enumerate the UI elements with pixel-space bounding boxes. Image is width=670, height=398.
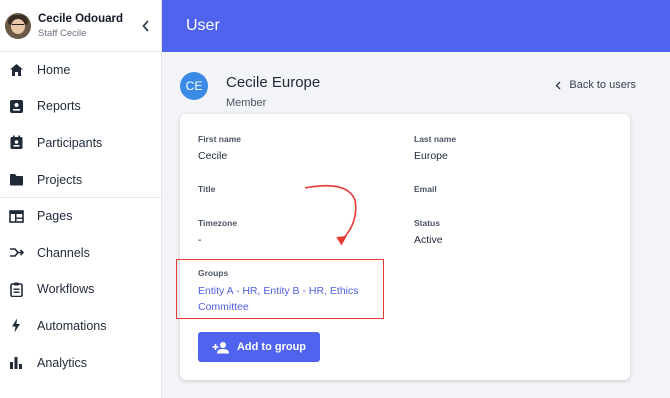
collapse-sidebar-button[interactable] bbox=[139, 19, 153, 33]
sidebar-item-label: Reports bbox=[37, 99, 81, 114]
reports-icon bbox=[8, 98, 24, 114]
field-label: Email bbox=[414, 184, 437, 194]
first-name-field: First name Cecile bbox=[198, 134, 241, 162]
field-label: Timezone bbox=[198, 218, 238, 228]
sidebar-item-label: Workflows bbox=[37, 282, 95, 297]
channels-icon bbox=[8, 245, 24, 261]
sidebar-item-projects[interactable]: Projects bbox=[0, 162, 161, 199]
bolt-icon bbox=[8, 318, 24, 334]
back-to-users-link[interactable]: Back to users bbox=[555, 79, 636, 91]
group-link[interactable]: Entity A - HR bbox=[198, 285, 258, 297]
field-label: Title bbox=[198, 184, 216, 194]
field-value: Europe bbox=[414, 150, 448, 162]
add-to-group-button[interactable]: Add to group bbox=[198, 332, 320, 362]
sidebar-item-label: Participants bbox=[37, 135, 103, 150]
page-title: User bbox=[162, 0, 670, 52]
sidebar-item-automations[interactable]: Automations bbox=[0, 308, 161, 345]
group-link[interactable]: Entity B - HR bbox=[263, 285, 324, 297]
user-details-card: First name Cecile Last name Europe Title… bbox=[176, 114, 630, 380]
chevron-left-icon bbox=[555, 81, 561, 89]
pages-icon bbox=[8, 208, 24, 224]
bar-chart-icon bbox=[8, 355, 24, 371]
entity-role: Member bbox=[226, 97, 267, 109]
timezone-field: Timezone - bbox=[198, 218, 237, 246]
add-to-group-label: Add to group bbox=[236, 341, 307, 353]
email-field: Email bbox=[414, 184, 437, 200]
field-label: First name bbox=[198, 134, 241, 144]
add-user-icon bbox=[212, 341, 229, 353]
title-field: Title bbox=[198, 184, 215, 200]
main-content: User CE Cecile Europe Member Back to use… bbox=[162, 0, 670, 398]
last-name-field: Last name Europe bbox=[414, 134, 456, 162]
sidebar-item-label: Pages bbox=[37, 209, 73, 224]
sidebar-item-label: Home bbox=[37, 62, 71, 77]
groups-list: Entity A - HR, Entity B - HR, Ethics Com… bbox=[198, 285, 359, 313]
sidebar-item-label: Projects bbox=[37, 172, 83, 187]
chevron-left-icon bbox=[142, 19, 149, 32]
sidebar-item-participants[interactable]: Participants bbox=[0, 125, 161, 162]
sidebar-user-name: Cecile Odouard bbox=[38, 12, 123, 25]
sidebar-item-reports[interactable]: Reports bbox=[0, 89, 161, 126]
field-label: Status bbox=[414, 218, 440, 228]
sidebar-item-channels[interactable]: Channels bbox=[0, 235, 161, 272]
home-icon bbox=[8, 62, 24, 78]
field-label: Last name bbox=[414, 134, 457, 144]
back-link-label: Back to users bbox=[569, 79, 636, 91]
sidebar-item-home[interactable]: Home bbox=[0, 52, 161, 89]
sidebar-item-pages[interactable]: Pages bbox=[0, 198, 161, 235]
avatar bbox=[5, 12, 31, 39]
participants-icon bbox=[8, 135, 24, 151]
sidebar-item-label: Automations bbox=[37, 318, 107, 333]
sidebar-item-workflows[interactable]: Workflows bbox=[0, 272, 161, 309]
sidebar: Cecile Odouard Staff Cecile Home Reports… bbox=[0, 0, 162, 398]
sidebar-user-role: Staff Cecile bbox=[38, 27, 87, 39]
field-value: Active bbox=[414, 234, 443, 246]
sidebar-item-analytics[interactable]: Analytics bbox=[0, 345, 161, 382]
clipboard-icon bbox=[8, 281, 24, 297]
groups-label: Groups bbox=[198, 268, 229, 278]
field-value: Cecile bbox=[198, 150, 228, 162]
folder-icon bbox=[8, 172, 24, 188]
sidebar-item-label: Analytics bbox=[37, 355, 88, 370]
entity-name: Cecile Europe bbox=[226, 74, 321, 91]
status-field: Status Active bbox=[414, 218, 443, 246]
sidebar-item-label: Channels bbox=[37, 245, 90, 260]
entity-header: CE Cecile Europe Member Back to users bbox=[180, 72, 650, 112]
sidebar-user[interactable]: Cecile Odouard Staff Cecile bbox=[0, 0, 161, 52]
avatar: CE bbox=[180, 72, 208, 100]
field-value: - bbox=[198, 234, 202, 246]
